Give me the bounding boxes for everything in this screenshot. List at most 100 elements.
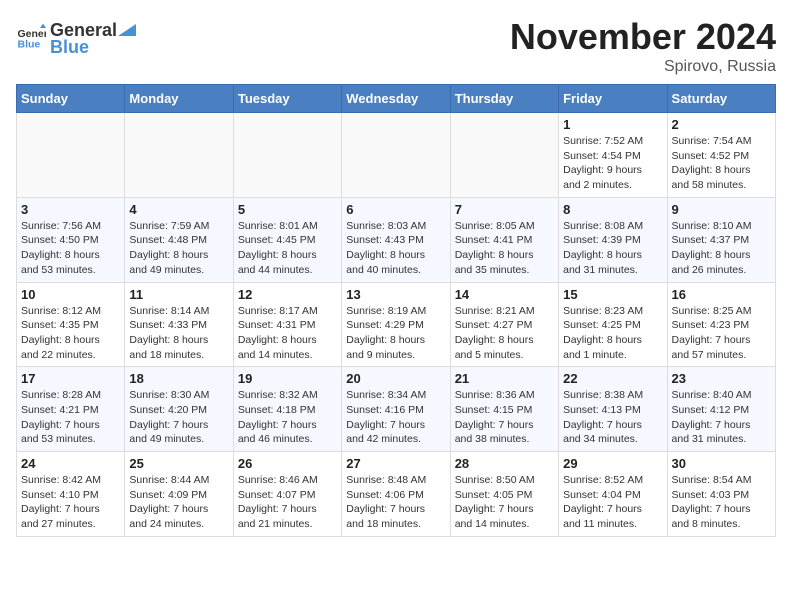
calendar-week-5: 24 Sunrise: 8:42 AM Sunset: 4:10 PM Dayli… <box>17 452 776 537</box>
day-info: Sunrise: 8:38 AM Sunset: 4:13 PM Dayligh… <box>563 388 662 447</box>
day-info: Sunrise: 8:03 AM Sunset: 4:43 PM Dayligh… <box>346 219 445 278</box>
calendar-cell: 6 Sunrise: 8:03 AM Sunset: 4:43 PM Daylig… <box>342 197 450 282</box>
day-number: 16 <box>672 287 771 302</box>
calendar-cell: 21 Sunrise: 8:36 AM Sunset: 4:15 PM Dayli… <box>450 367 558 452</box>
day-number: 11 <box>129 287 228 302</box>
day-number: 22 <box>563 371 662 386</box>
calendar-cell: 16 Sunrise: 8:25 AM Sunset: 4:23 PM Dayli… <box>667 282 775 367</box>
weekday-header-thursday: Thursday <box>450 85 558 113</box>
svg-text:Blue: Blue <box>18 39 41 51</box>
day-number: 2 <box>672 117 771 132</box>
calendar-cell: 5 Sunrise: 8:01 AM Sunset: 4:45 PM Daylig… <box>233 197 341 282</box>
page-header: General Blue General Blue November 2024 … <box>16 16 776 76</box>
calendar-cell: 23Sunrise: 8:40 AM Sunset: 4:12 PM Dayli… <box>667 367 775 452</box>
calendar-cell: 11 Sunrise: 8:14 AM Sunset: 4:33 PM Dayli… <box>125 282 233 367</box>
calendar-cell: 2 Sunrise: 7:54 AM Sunset: 4:52 PM Daylig… <box>667 113 775 198</box>
day-number: 8 <box>563 202 662 217</box>
day-number: 3 <box>21 202 120 217</box>
day-number: 26 <box>238 456 337 471</box>
calendar-cell: 14 Sunrise: 8:21 AM Sunset: 4:27 PM Dayli… <box>450 282 558 367</box>
weekday-header-friday: Friday <box>559 85 667 113</box>
day-info: Sunrise: 8:08 AM Sunset: 4:39 PM Dayligh… <box>563 219 662 278</box>
day-number: 7 <box>455 202 554 217</box>
day-number: 20 <box>346 371 445 386</box>
calendar-cell: 1Sunrise: 7:52 AM Sunset: 4:54 PM Daylig… <box>559 113 667 198</box>
calendar-week-2: 3 Sunrise: 7:56 AM Sunset: 4:50 PM Daylig… <box>17 197 776 282</box>
logo-triangle-icon <box>118 16 136 36</box>
calendar-cell: 18 Sunrise: 8:30 AM Sunset: 4:20 PM Dayli… <box>125 367 233 452</box>
weekday-header-tuesday: Tuesday <box>233 85 341 113</box>
calendar-cell <box>450 113 558 198</box>
day-number: 30 <box>672 456 771 471</box>
calendar-cell: 27 Sunrise: 8:48 AM Sunset: 4:06 PM Dayli… <box>342 452 450 537</box>
day-info: Sunrise: 8:28 AM Sunset: 4:21 PM Dayligh… <box>21 388 120 447</box>
day-info: Sunrise: 8:10 AM Sunset: 4:37 PM Dayligh… <box>672 219 771 278</box>
day-number: 12 <box>238 287 337 302</box>
logo: General Blue General Blue <box>16 16 137 58</box>
day-info: Sunrise: 8:19 AM Sunset: 4:29 PM Dayligh… <box>346 304 445 363</box>
day-number: 18 <box>129 371 228 386</box>
calendar-cell: 7 Sunrise: 8:05 AM Sunset: 4:41 PM Daylig… <box>450 197 558 282</box>
day-number: 13 <box>346 287 445 302</box>
title-area: November 2024 Spirovo, Russia <box>510 16 776 76</box>
day-info: Sunrise: 8:17 AM Sunset: 4:31 PM Dayligh… <box>238 304 337 363</box>
calendar-cell <box>125 113 233 198</box>
day-info: Sunrise: 8:54 AM Sunset: 4:03 PM Dayligh… <box>672 473 771 532</box>
day-info: Sunrise: 8:34 AM Sunset: 4:16 PM Dayligh… <box>346 388 445 447</box>
weekday-header-saturday: Saturday <box>667 85 775 113</box>
day-info: Sunrise: 8:40 AM Sunset: 4:12 PM Dayligh… <box>672 388 771 447</box>
calendar-header-row: SundayMondayTuesdayWednesdayThursdayFrid… <box>17 85 776 113</box>
day-number: 6 <box>346 202 445 217</box>
day-number: 29 <box>563 456 662 471</box>
weekday-header-monday: Monday <box>125 85 233 113</box>
calendar-cell: 4Sunrise: 7:59 AM Sunset: 4:48 PM Daylig… <box>125 197 233 282</box>
day-info: Sunrise: 7:52 AM Sunset: 4:54 PM Dayligh… <box>563 134 662 193</box>
calendar-week-3: 10Sunrise: 8:12 AM Sunset: 4:35 PM Dayli… <box>17 282 776 367</box>
day-number: 4 <box>129 202 228 217</box>
day-info: Sunrise: 7:56 AM Sunset: 4:50 PM Dayligh… <box>21 219 120 278</box>
day-number: 14 <box>455 287 554 302</box>
weekday-header-wednesday: Wednesday <box>342 85 450 113</box>
day-number: 21 <box>455 371 554 386</box>
day-info: Sunrise: 7:54 AM Sunset: 4:52 PM Dayligh… <box>672 134 771 193</box>
day-info: Sunrise: 8:48 AM Sunset: 4:06 PM Dayligh… <box>346 473 445 532</box>
day-info: Sunrise: 8:23 AM Sunset: 4:25 PM Dayligh… <box>563 304 662 363</box>
day-info: Sunrise: 8:30 AM Sunset: 4:20 PM Dayligh… <box>129 388 228 447</box>
day-number: 28 <box>455 456 554 471</box>
day-number: 27 <box>346 456 445 471</box>
day-info: Sunrise: 8:05 AM Sunset: 4:41 PM Dayligh… <box>455 219 554 278</box>
calendar-cell: 10Sunrise: 8:12 AM Sunset: 4:35 PM Dayli… <box>17 282 125 367</box>
day-info: Sunrise: 8:32 AM Sunset: 4:18 PM Dayligh… <box>238 388 337 447</box>
calendar-week-4: 17 Sunrise: 8:28 AM Sunset: 4:21 PM Dayli… <box>17 367 776 452</box>
day-number: 9 <box>672 202 771 217</box>
calendar-cell: 28Sunrise: 8:50 AM Sunset: 4:05 PM Dayli… <box>450 452 558 537</box>
day-info: Sunrise: 8:36 AM Sunset: 4:15 PM Dayligh… <box>455 388 554 447</box>
calendar-cell: 30 Sunrise: 8:54 AM Sunset: 4:03 PM Dayli… <box>667 452 775 537</box>
day-info: Sunrise: 8:21 AM Sunset: 4:27 PM Dayligh… <box>455 304 554 363</box>
month-title: November 2024 <box>510 16 776 58</box>
weekday-header-sunday: Sunday <box>17 85 125 113</box>
day-info: Sunrise: 8:42 AM Sunset: 4:10 PM Dayligh… <box>21 473 120 532</box>
day-number: 19 <box>238 371 337 386</box>
day-info: Sunrise: 8:01 AM Sunset: 4:45 PM Dayligh… <box>238 219 337 278</box>
day-info: Sunrise: 8:25 AM Sunset: 4:23 PM Dayligh… <box>672 304 771 363</box>
day-number: 5 <box>238 202 337 217</box>
calendar-cell: 8 Sunrise: 8:08 AM Sunset: 4:39 PM Daylig… <box>559 197 667 282</box>
day-info: Sunrise: 8:52 AM Sunset: 4:04 PM Dayligh… <box>563 473 662 532</box>
calendar-cell: 15Sunrise: 8:23 AM Sunset: 4:25 PM Dayli… <box>559 282 667 367</box>
calendar-cell: 9 Sunrise: 8:10 AM Sunset: 4:37 PM Daylig… <box>667 197 775 282</box>
calendar-cell: 29 Sunrise: 8:52 AM Sunset: 4:04 PM Dayli… <box>559 452 667 537</box>
calendar-cell <box>233 113 341 198</box>
calendar-cell: 12 Sunrise: 8:17 AM Sunset: 4:31 PM Dayli… <box>233 282 341 367</box>
calendar-cell: 24 Sunrise: 8:42 AM Sunset: 4:10 PM Dayli… <box>17 452 125 537</box>
logo-icon: General Blue <box>16 22 46 52</box>
calendar-body: 1Sunrise: 7:52 AM Sunset: 4:54 PM Daylig… <box>17 113 776 537</box>
day-info: Sunrise: 8:14 AM Sunset: 4:33 PM Dayligh… <box>129 304 228 363</box>
day-number: 10 <box>21 287 120 302</box>
calendar-cell: 22 Sunrise: 8:38 AM Sunset: 4:13 PM Dayli… <box>559 367 667 452</box>
day-number: 17 <box>21 371 120 386</box>
day-info: Sunrise: 8:44 AM Sunset: 4:09 PM Dayligh… <box>129 473 228 532</box>
calendar-cell: 20 Sunrise: 8:34 AM Sunset: 4:16 PM Dayli… <box>342 367 450 452</box>
calendar-table: SundayMondayTuesdayWednesdayThursdayFrid… <box>16 84 776 537</box>
day-number: 24 <box>21 456 120 471</box>
